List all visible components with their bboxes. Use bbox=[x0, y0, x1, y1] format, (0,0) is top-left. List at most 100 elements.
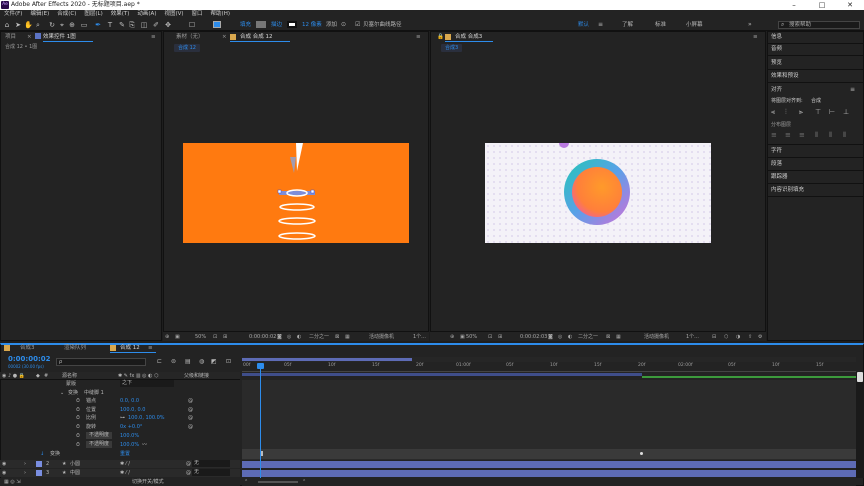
layer-name[interactable]: 小圆 bbox=[70, 460, 80, 468]
workspace-small-screen[interactable]: 小屏幕 bbox=[686, 20, 703, 30]
frame-blending-icon[interactable]: ▤ bbox=[185, 358, 191, 365]
distribute-right-icon[interactable]: ⦀ bbox=[843, 131, 846, 140]
camera-select[interactable]: 活动摄像机 bbox=[369, 333, 394, 341]
minimize-button[interactable]: – bbox=[780, 0, 808, 10]
magnify-icon[interactable]: ⊕ bbox=[165, 333, 169, 341]
share-icon[interactable]: ⇪ bbox=[748, 333, 752, 341]
selection-tool-icon[interactable]: ➤ bbox=[14, 21, 22, 29]
rotate-tool-icon[interactable]: ↻ bbox=[48, 21, 56, 29]
playhead-handle[interactable] bbox=[257, 363, 264, 369]
menu-window[interactable]: 窗口 bbox=[188, 10, 207, 19]
close-button[interactable]: ✕ bbox=[836, 0, 864, 10]
panel-menu-icon[interactable]: ≡ bbox=[850, 85, 855, 95]
work-area-bar[interactable] bbox=[242, 373, 642, 376]
opacity-row[interactable]: ⏱ 不透明度 100.0% bbox=[0, 432, 240, 440]
anchor-point-value[interactable]: 0.0, 0.0 bbox=[120, 397, 139, 405]
timeline-scrollbar[interactable] bbox=[856, 372, 864, 478]
snap-checkbox-icon[interactable]: ☐ bbox=[188, 21, 196, 29]
position-value[interactable]: 100.0, 0.0 bbox=[120, 406, 145, 414]
snapshot-icon[interactable]: ◙ bbox=[548, 333, 553, 341]
timeline-timecode[interactable]: 0:00:00:02 bbox=[8, 355, 51, 363]
stopwatch-icon[interactable]: ⏱ bbox=[76, 414, 80, 422]
stroke-swatch[interactable] bbox=[287, 21, 297, 28]
anchor-point-row[interactable]: ⏱ 锚点 0.0, 0.0 @ bbox=[0, 397, 240, 405]
keyframe-marker[interactable] bbox=[640, 452, 643, 455]
channel-icon[interactable]: ◐ bbox=[297, 333, 301, 341]
menu-help[interactable]: 帮助(H) bbox=[207, 10, 234, 19]
menu-animation[interactable]: 动画(A) bbox=[133, 10, 160, 19]
roto-tool-icon[interactable]: ✐ bbox=[152, 21, 160, 29]
tab-effect-controls[interactable]: 效果控件 1图 bbox=[43, 33, 76, 41]
opacity-value[interactable]: 100.0% bbox=[120, 432, 139, 440]
hand-tool-icon[interactable]: ✋ bbox=[24, 21, 33, 29]
menu-effect[interactable]: 效果(T) bbox=[107, 10, 134, 19]
panel-content-aware-fill[interactable]: 内容识别填充 bbox=[771, 185, 804, 195]
panel-preview[interactable]: 预览 bbox=[771, 58, 782, 68]
timeline-display-icon[interactable]: ⊡ bbox=[226, 358, 231, 365]
pickwhip-icon[interactable]: @ bbox=[188, 423, 193, 431]
views-select[interactable]: 1个... bbox=[686, 333, 699, 341]
time-navigator[interactable] bbox=[242, 357, 856, 362]
tab-close-icon[interactable]: × bbox=[27, 33, 32, 41]
zoom-in-icon[interactable]: ⌃ bbox=[302, 478, 306, 486]
pickwhip-icon[interactable]: @ bbox=[188, 414, 193, 422]
workspace-menu-icon[interactable]: ≡ bbox=[598, 20, 603, 30]
graph-curve-icon[interactable]: 〰 bbox=[142, 441, 147, 449]
parent-link-header[interactable]: 父级和链接 bbox=[184, 372, 209, 380]
visibility-eye-icon[interactable]: ◉ bbox=[2, 469, 6, 477]
bezier-path-label[interactable]: 贝塞尔曲线路径 bbox=[363, 20, 402, 30]
rotation-row[interactable]: ⏱ 旋转 0x +0.0° @ bbox=[0, 423, 240, 431]
motion-blur-icon[interactable]: ◍ bbox=[199, 358, 204, 365]
rotation-value[interactable]: 0x +0.0° bbox=[120, 423, 142, 431]
panel-audio[interactable]: 音频 bbox=[771, 44, 782, 54]
brush-tool-icon[interactable]: ✎ bbox=[118, 21, 126, 29]
bezier-checkbox-icon[interactable]: ☑ bbox=[355, 20, 360, 30]
search-help-box[interactable]: ⌕ 搜索帮助 bbox=[778, 21, 860, 29]
panel-menu-icon[interactable]: ≡ bbox=[148, 344, 153, 352]
playhead-line[interactable] bbox=[260, 363, 261, 478]
tab-close-icon[interactable]: × bbox=[222, 33, 227, 41]
add-options-icon[interactable]: ⊙ bbox=[341, 20, 346, 30]
safe-zone-icon[interactable]: ⊞ bbox=[498, 333, 502, 341]
panel-tracker[interactable]: 跟踪器 bbox=[771, 172, 788, 182]
layer-row[interactable]: ◉ › 2 ★ 小圆 ✱ ⁄ / @ 无 bbox=[0, 460, 240, 468]
pickwhip-icon[interactable]: @ bbox=[188, 397, 193, 405]
mask-row[interactable]: 蒙版 之下 bbox=[0, 380, 240, 388]
tab-comp-3[interactable]: 合成 合成3 bbox=[455, 33, 482, 41]
viewer-timecode[interactable]: 0:00:00:02 bbox=[249, 333, 276, 341]
tab-timeline-comp3[interactable]: 合成3 bbox=[20, 344, 35, 352]
label-color-icon[interactable] bbox=[36, 470, 42, 476]
zoom-value[interactable]: 50% bbox=[466, 333, 477, 341]
transparency-grid-icon[interactable]: ▦ bbox=[616, 333, 621, 341]
3d-view-icon[interactable]: ⬡ bbox=[724, 333, 728, 341]
workspace-more-icon[interactable]: » bbox=[748, 20, 752, 30]
comp-chip[interactable]: 合成3 bbox=[441, 44, 463, 52]
text-tool-icon[interactable]: T bbox=[106, 21, 114, 29]
draft-3d-icon[interactable]: ⊏ bbox=[157, 358, 162, 365]
panel-menu-icon[interactable]: ≡ bbox=[416, 33, 421, 41]
roi-icon[interactable]: ⊠ bbox=[606, 333, 610, 341]
parent-select[interactable]: 无 bbox=[192, 460, 230, 467]
workspace-learn[interactable]: 了解 bbox=[622, 20, 633, 30]
resolution-select[interactable]: 二分之一 bbox=[578, 333, 598, 341]
zoom-tool-icon[interactable]: ⌕ bbox=[34, 21, 42, 29]
tab-timeline-comp12[interactable]: 合成 12 bbox=[120, 344, 140, 352]
distribute-hcenter-icon[interactable]: ⦀ bbox=[829, 131, 832, 140]
menu-layer[interactable]: 图层(L) bbox=[80, 10, 106, 19]
mask-mode-select[interactable]: 之下 bbox=[120, 380, 174, 387]
stopwatch-icon[interactable]: ⏱ bbox=[76, 397, 80, 405]
menu-view[interactable]: 视图(V) bbox=[160, 10, 187, 19]
lock-icon[interactable]: 🔒 bbox=[437, 33, 444, 41]
views-select[interactable]: 1个... bbox=[413, 333, 426, 341]
camera-tool-icon[interactable]: ⌖ bbox=[58, 21, 66, 29]
zoom-value[interactable]: 50% bbox=[195, 333, 206, 341]
transparency-grid-icon[interactable]: ▦ bbox=[345, 333, 350, 341]
eraser-tool-icon[interactable]: ◫ bbox=[140, 21, 148, 29]
timeline-search-input[interactable]: ρ bbox=[56, 358, 146, 366]
expand-arrow-icon[interactable]: › bbox=[24, 469, 26, 477]
source-name-header[interactable]: 源名称 bbox=[62, 372, 77, 380]
scale-row[interactable]: ⏱ 比例 ⊶ 100.0, 100.0% @ bbox=[0, 414, 240, 422]
panel-character[interactable]: 字符 bbox=[771, 146, 782, 156]
align-hcenter-icon[interactable]: ⫶ bbox=[785, 108, 787, 117]
scale-value[interactable]: 100.0, 100.0% bbox=[128, 414, 165, 422]
